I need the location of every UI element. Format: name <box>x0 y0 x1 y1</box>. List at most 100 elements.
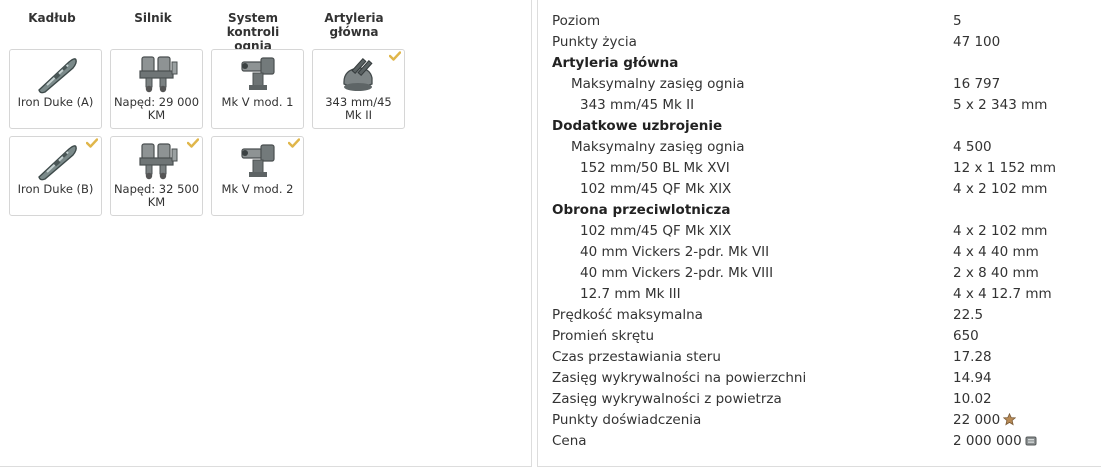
stats-row: Promień skrętu 650 <box>552 326 1092 347</box>
stat-label-punkty-doswiadczenia: Punkty doświadczenia <box>552 412 702 428</box>
stats-row: 102 mm/45 QF Mk XIX 4 x 2 102 mm <box>552 221 1092 242</box>
module-engine-a[interactable]: Napęd: 29 000 KM <box>110 49 203 129</box>
checkmark-icon <box>86 138 98 148</box>
stat-label-12-7-mm-mk-iii: 12.7 mm Mk III <box>580 286 681 302</box>
module-label: Napęd: 29 000 KM <box>113 95 200 122</box>
checkmark-icon <box>187 138 199 148</box>
module-label: Iron Duke (A) <box>17 95 94 109</box>
stat-value-text: 2 000 000 <box>953 433 1022 449</box>
stats-row: 40 mm Vickers 2-pdr. Mk VIII 2 x 8 40 mm <box>552 263 1092 284</box>
stats-section-heading: Obrona przeciwlotnicza <box>552 200 1092 221</box>
stats-row: Punkty życia 47 100 <box>552 32 1092 53</box>
xp-star-icon <box>1003 412 1017 426</box>
stat-value: 650 <box>953 326 979 347</box>
module-label: Mk V mod. 2 <box>221 182 294 196</box>
stat-label-obrona-przeciwlotnicza: Obrona przeciwlotnicza <box>552 202 731 218</box>
stat-label-predkosc-maksymalna: Prędkość maksymalna <box>552 307 703 323</box>
stat-value-text: 4 x 2 102 mm <box>953 181 1048 197</box>
stat-value-text: 47 100 <box>953 34 1001 50</box>
stat-label-punkty-zycia: Punkty życia <box>552 34 637 50</box>
checkmark-icon <box>288 138 300 148</box>
stats-table: Poziom 5 Punkty życia 47 100 Artyleria główn… <box>552 11 1092 452</box>
stat-value-text: 4 500 <box>953 139 992 155</box>
stat-value-text: 17.28 <box>953 349 992 365</box>
stat-value-text: 4 x 4 40 mm <box>953 244 1039 260</box>
stat-label-dodatkowe-uzbrojenie: Dodatkowe uzbrojenie <box>552 118 723 134</box>
stats-row: 152 mm/50 BL Mk XVI 12 x 1 152 mm <box>552 158 1092 179</box>
stat-value: 16 797 <box>953 74 1000 95</box>
stats-row: Cena 2 000 000 <box>552 431 1092 452</box>
stat-label-cena: Cena <box>552 433 587 449</box>
stat-value-text: 10.02 <box>953 391 992 407</box>
stats-row: Prędkość maksymalna 22.5 <box>552 305 1092 326</box>
stats-section-heading: Dodatkowe uzbrojenie <box>552 116 1092 137</box>
module-fire-control-b[interactable]: Mk V mod. 2 <box>211 136 304 216</box>
module-label: 343 mm/45 Mk II <box>325 95 392 122</box>
module-hull-a[interactable]: Iron Duke (A) <box>9 49 102 129</box>
stat-value-text: 22 000 <box>953 412 1001 428</box>
stats-panel: Poziom 5 Punkty życia 47 100 Artyleria główn… <box>537 0 1101 467</box>
stats-row: Maksymalny zasięg ognia 16 797 <box>552 74 1092 95</box>
fire-control-icon <box>237 141 281 181</box>
stat-value: 22.5 <box>953 305 983 326</box>
stat-label-maksymalny-zasieg-ognia: Maksymalny zasięg ognia <box>571 139 745 155</box>
stat-value: 4 x 2 102 mm <box>953 179 1047 200</box>
stats-row: 343 mm/45 Mk II 5 x 2 343 mm <box>552 95 1092 116</box>
stats-row: 12.7 mm Mk III 4 x 4 12.7 mm <box>552 284 1092 305</box>
stat-value: 4 x 4 12.7 mm <box>953 284 1052 305</box>
hull-icon <box>35 54 79 94</box>
stat-label-102-mm-45-qf-mk-xix: 102 mm/45 QF Mk XIX <box>580 223 732 239</box>
fire-control-icon <box>237 54 281 94</box>
stat-label-40-mm-vickers-2-pdr-mk-vii: 40 mm Vickers 2-pdr. Mk VII <box>580 244 770 260</box>
stats-row: Poziom 5 <box>552 11 1092 32</box>
stat-label-czas-przestawiania-steru: Czas przestawiania steru <box>552 349 721 365</box>
stat-value-text: 650 <box>953 328 979 344</box>
stat-label-40-mm-vickers-2-pdr-mk-viii: 40 mm Vickers 2-pdr. Mk VIII <box>580 265 774 281</box>
stat-value: 17.28 <box>953 347 992 368</box>
stat-value: 47 100 <box>953 32 1000 53</box>
stat-value: 10.02 <box>953 389 992 410</box>
stat-value: 4 500 <box>953 137 992 158</box>
stat-value: 22 000 <box>953 410 1017 431</box>
stat-value: 5 x 2 343 mm <box>953 95 1047 116</box>
stat-label-artyleria-glowna: Artyleria główna <box>552 55 679 71</box>
stat-value: 4 x 2 102 mm <box>953 221 1047 242</box>
column-header-main-battery: Artyleria główna <box>324 11 384 39</box>
credits-icon <box>1025 436 1037 446</box>
stat-value: 12 x 1 152 mm <box>953 158 1056 179</box>
module-label: Mk V mod. 1 <box>221 95 294 109</box>
module-label: Iron Duke (B) <box>17 182 94 196</box>
stat-value-text: 22.5 <box>953 307 984 323</box>
stat-value-text: 14.94 <box>953 370 992 386</box>
stats-row: 102 mm/45 QF Mk XIX 4 x 2 102 mm <box>552 179 1092 200</box>
stats-row: 40 mm Vickers 2-pdr. Mk VII 4 x 4 40 mm <box>552 242 1092 263</box>
stat-value-text: 4 x 4 12.7 mm <box>953 286 1052 302</box>
stat-value: 4 x 4 40 mm <box>953 242 1039 263</box>
module-engine-b[interactable]: Napęd: 32 500 KM <box>110 136 203 216</box>
module-fire-control-a[interactable]: Mk V mod. 1 <box>211 49 304 129</box>
stats-section-heading: Artyleria główna <box>552 53 1092 74</box>
stat-value-text: 5 x 2 343 mm <box>953 97 1048 113</box>
hull-icon <box>35 141 79 181</box>
stat-value-text: 2 x 8 40 mm <box>953 265 1039 281</box>
stat-label-zasieg-wykrywalnosci-z-powietrza: Zasięg wykrywalności z powietrza <box>552 391 782 407</box>
stat-value-text: 4 x 2 102 mm <box>953 223 1048 239</box>
stat-label-152-mm-50-bl-mk-xvi: 152 mm/50 BL Mk XVI <box>580 160 730 176</box>
stat-label-343-mm-45-mk-ii: 343 mm/45 Mk II <box>580 97 695 113</box>
stat-value-text: 16 797 <box>953 76 1001 92</box>
stat-label-maksymalny-zasieg-ognia: Maksymalny zasięg ognia <box>571 76 745 92</box>
stat-value-text: 5 <box>953 13 962 29</box>
stats-row: Czas przestawiania steru 17.28 <box>552 347 1092 368</box>
module-main-battery-a[interactable]: 343 mm/45 Mk II <box>312 49 405 129</box>
stat-value: 5 <box>953 11 962 32</box>
column-header-engine: Silnik <box>134 11 172 25</box>
stat-label-poziom: Poziom <box>552 13 601 29</box>
stat-value: 14.94 <box>953 368 992 389</box>
engine-icon <box>136 54 180 94</box>
module-hull-b[interactable]: Iron Duke (B) <box>9 136 102 216</box>
stat-value: 2 000 000 <box>953 431 1037 452</box>
column-header-hull: Kadłub <box>28 11 76 25</box>
module-label: Napęd: 32 500 KM <box>113 182 200 209</box>
stat-value-text: 12 x 1 152 mm <box>953 160 1056 176</box>
stat-value: 2 x 8 40 mm <box>953 263 1039 284</box>
